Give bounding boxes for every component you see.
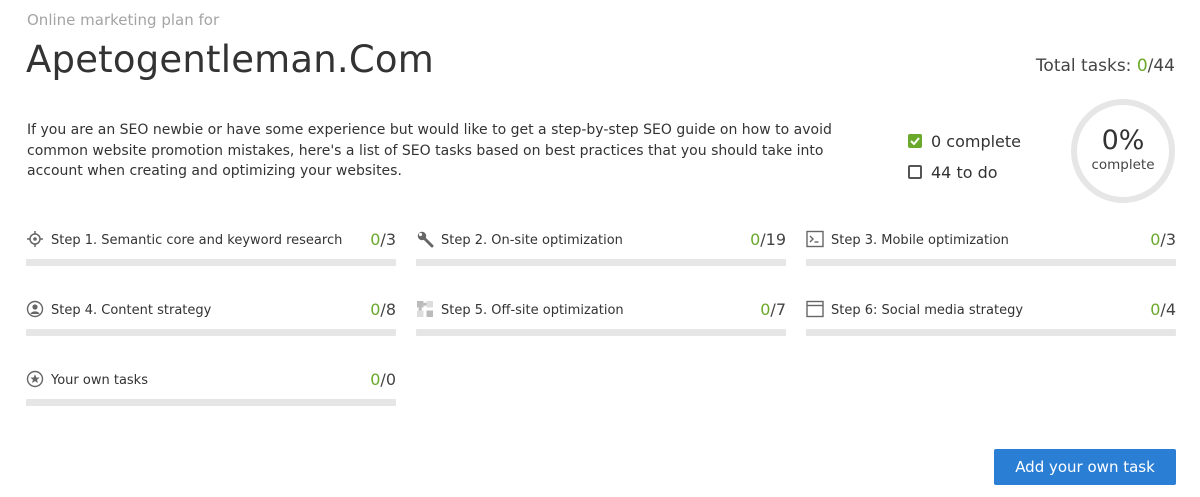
- step-6-label: Step 6: Social media strategy: [831, 303, 1024, 318]
- legend-todo: 44 to do: [908, 160, 1021, 184]
- step-1-done: 0: [370, 230, 381, 249]
- step-3-count: 0/3: [1150, 230, 1176, 249]
- step-6-count: 0/4: [1150, 300, 1176, 319]
- progress-ring: 0% complete: [1071, 99, 1175, 203]
- empty-box-icon: [908, 165, 922, 179]
- step-5-count: 0/7: [760, 300, 786, 319]
- crosshair-icon: [26, 230, 44, 248]
- step-3[interactable]: Step 3. Mobile optimization 0/3: [806, 229, 1176, 269]
- step-6-total: /4: [1160, 300, 1176, 319]
- task-legend: 0 complete 44 to do: [908, 129, 1021, 191]
- own-tasks-label: Your own tasks: [51, 373, 148, 388]
- step-1-progress-bar: [26, 259, 396, 266]
- legend-complete-label: 0 complete: [931, 131, 1021, 151]
- step-5-done: 0: [760, 300, 771, 319]
- step-2-progress-bar: [416, 259, 786, 266]
- own-tasks[interactable]: Your own tasks 0/0: [26, 369, 396, 409]
- step-4[interactable]: Step 4. Content strategy 0/8: [26, 299, 396, 339]
- step-4-count: 0/8: [370, 300, 396, 319]
- step-1-label: Step 1. Semantic core and keyword resear…: [51, 233, 343, 248]
- step-3-label: Step 3. Mobile optimization: [831, 233, 1009, 248]
- browser-window-icon: [806, 300, 824, 318]
- puzzle-icon: [416, 300, 434, 318]
- legend-todo-label: 44 to do: [931, 162, 998, 182]
- pre-title: Online marketing plan for: [27, 11, 220, 29]
- wrench-icon: [416, 230, 434, 248]
- step-6-done: 0: [1150, 300, 1161, 319]
- step-4-label: Step 4. Content strategy: [51, 303, 212, 318]
- progress-percent: 0%: [1101, 124, 1145, 156]
- legend-complete: 0 complete: [908, 129, 1021, 153]
- user-circle-icon: [26, 300, 44, 318]
- step-2-count: 0/19: [750, 230, 786, 249]
- step-4-done: 0: [370, 300, 381, 319]
- intro-text: If you are an SEO newbie or have some ex…: [27, 122, 832, 179]
- total-tasks-label: Total tasks:: [1035, 56, 1137, 76]
- total-tasks-done: 0: [1136, 56, 1148, 76]
- step-5-label: Step 5. Off-site optimization: [441, 303, 624, 318]
- step-6[interactable]: Step 6: Social media strategy 0/4: [806, 299, 1176, 339]
- add-own-task-button[interactable]: Add your own task: [994, 449, 1176, 485]
- step-3-total: /3: [1160, 230, 1176, 249]
- step-4-total: /8: [380, 300, 396, 319]
- star-circle-icon: [26, 370, 44, 388]
- step-4-progress-bar: [26, 329, 396, 336]
- total-tasks-all: /44: [1147, 56, 1175, 76]
- own-tasks-count: 0/0: [370, 370, 396, 389]
- step-3-done: 0: [1150, 230, 1161, 249]
- step-6-progress-bar: [806, 329, 1176, 336]
- terminal-icon: [806, 230, 824, 248]
- site-title: Apetogentleman.Com: [26, 38, 434, 81]
- step-2-label: Step 2. On-site optimization: [441, 233, 623, 248]
- checked-box-icon: [908, 134, 922, 148]
- own-tasks-total: /0: [380, 370, 396, 389]
- step-1[interactable]: Step 1. Semantic core and keyword resear…: [26, 229, 396, 269]
- step-1-total: /3: [380, 230, 396, 249]
- step-5-progress-bar: [416, 329, 786, 336]
- step-2[interactable]: Step 2. On-site optimization 0/19: [416, 229, 786, 269]
- own-tasks-progress-bar: [26, 399, 396, 406]
- step-5[interactable]: Step 5. Off-site optimization 0/7: [416, 299, 786, 339]
- own-tasks-done: 0: [370, 370, 381, 389]
- step-5-total: /7: [770, 300, 786, 319]
- step-3-progress-bar: [806, 259, 1176, 266]
- step-1-count: 0/3: [370, 230, 396, 249]
- step-2-total: /19: [760, 230, 786, 249]
- total-tasks: Total tasks: 0/44: [1036, 56, 1175, 76]
- step-2-done: 0: [750, 230, 761, 249]
- progress-label: complete: [1091, 156, 1155, 173]
